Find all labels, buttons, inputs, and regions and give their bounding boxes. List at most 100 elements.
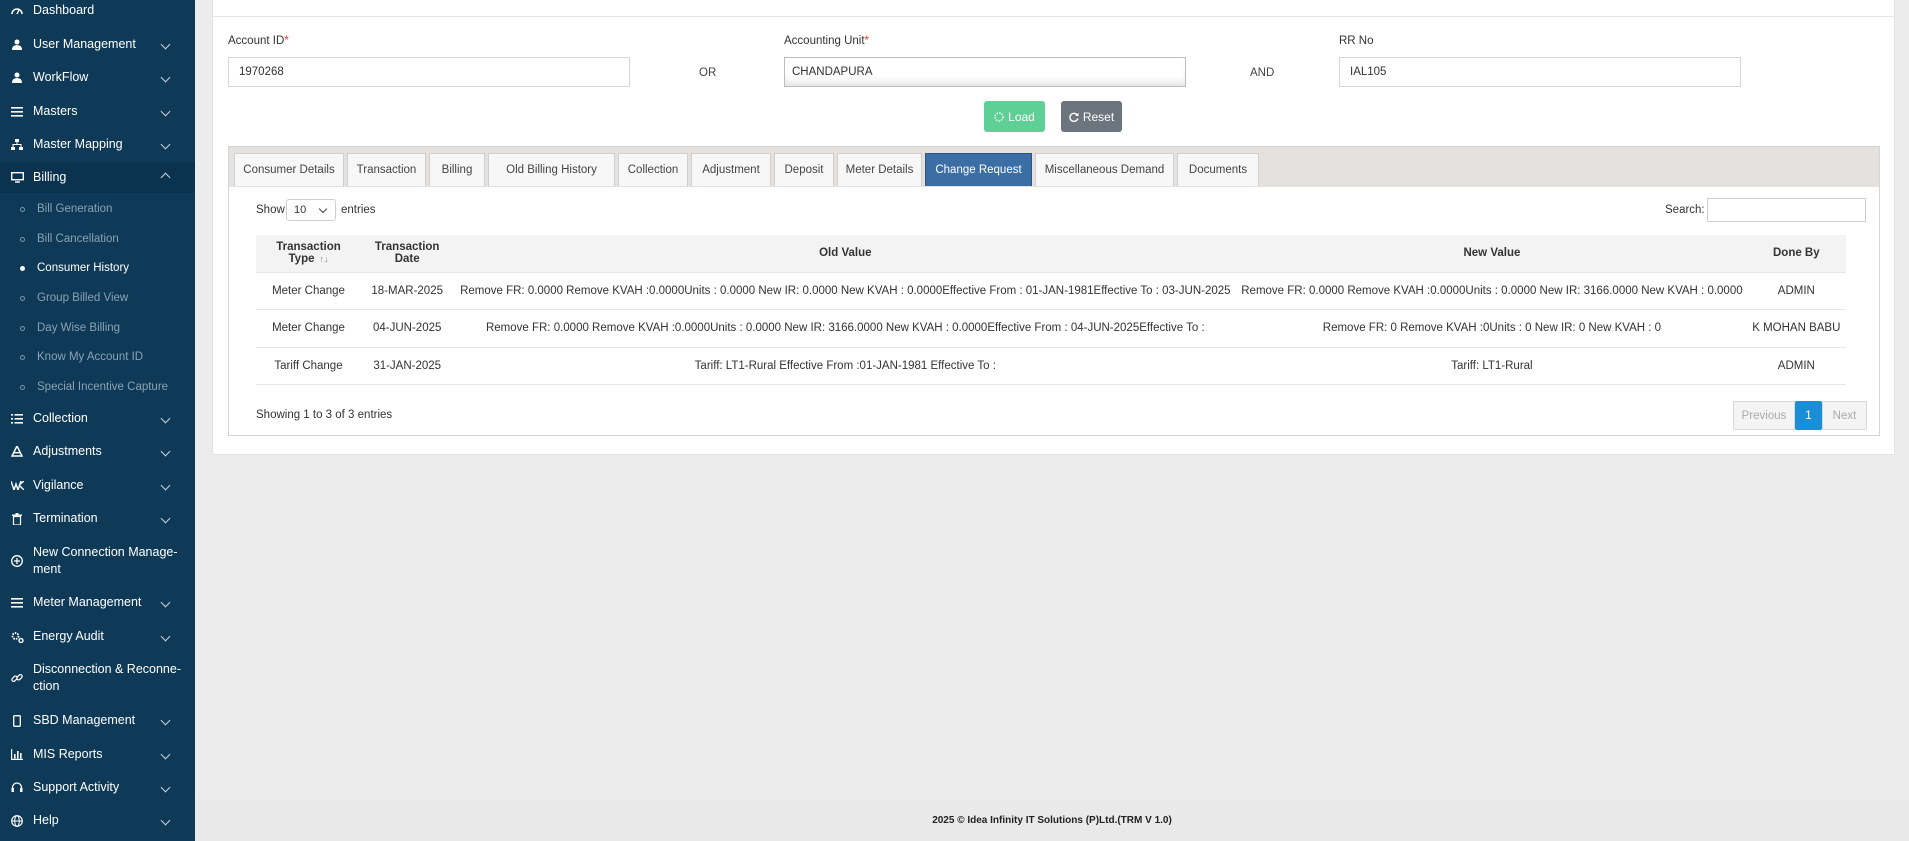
cell-transaction-type: Meter Change — [256, 309, 362, 347]
chevron-down-icon — [160, 480, 171, 491]
cell-done-by: ADMIN — [1746, 346, 1846, 385]
sidebar-item-masters[interactable]: Masters — [0, 103, 195, 120]
cell-old-value: Tariff: LT1-Rural Effective From :01-JAN… — [453, 346, 1238, 385]
bar-chart-icon — [10, 748, 24, 762]
table-header-row: Transaction Type ↑↓ Transaction Date Old … — [256, 235, 1846, 272]
chevron-down-icon — [160, 815, 171, 826]
sidebar-item-vigilance[interactable]: Vigilance — [0, 477, 195, 494]
circle-icon — [20, 236, 25, 242]
sidebar-item-disconnection-reconnection[interactable]: Disconnection & Reconne- ction — [0, 661, 195, 695]
rr-no-input[interactable]: IAL105 — [1339, 57, 1741, 87]
tab-container: Consumer Details Transaction Billing Old… — [228, 146, 1880, 436]
cell-transaction-type: Meter Change — [256, 271, 362, 310]
circle-icon — [20, 206, 25, 212]
reset-button[interactable]: Reset — [1061, 101, 1122, 132]
accounting-unit-label: Accounting Unit* — [784, 35, 870, 47]
sidebar-subitem-special-incentive-capture[interactable]: Special Incentive Capture — [0, 376, 195, 398]
table-info: Showing 1 to 3 of 3 entries — [256, 409, 393, 421]
chevron-down-icon — [160, 72, 171, 83]
rr-no-label: RR No — [1339, 35, 1374, 47]
tab-miscellaneous-demand[interactable]: Miscellaneous Demand — [1035, 153, 1174, 186]
circle-icon — [20, 354, 25, 360]
cell-new-value: Remove FR: 0 Remove KVAH :0Units : 0 New… — [1237, 309, 1747, 347]
footer: 2025 © Idea Infinity IT Solutions (P)Ltd… — [195, 799, 1909, 841]
sidebar-item-sbd-management[interactable]: SBD Management — [0, 712, 195, 729]
tab-old-billing-history[interactable]: Old Billing History — [488, 153, 615, 186]
account-id-input[interactable]: 1970268 — [228, 57, 630, 87]
gears-icon — [10, 630, 24, 644]
column-header-old-value[interactable]: Old Value — [453, 235, 1237, 272]
sidebar-subitem-group-billed-view[interactable]: Group Billed View — [0, 287, 195, 309]
search-input[interactable] — [1707, 198, 1866, 222]
tab-change-request[interactable]: Change Request — [925, 153, 1032, 186]
cell-transaction-date: 04-JUN-2025 — [361, 309, 454, 347]
sidebar-item-adjustments[interactable]: Adjustments — [0, 443, 195, 460]
tab-transaction[interactable]: Transaction — [347, 153, 426, 186]
sidebar-item-billing[interactable]: Billing — [0, 162, 195, 193]
change-request-table: Transaction Type ↑↓ Transaction Date Old … — [256, 235, 1846, 385]
sidebar-item-new-connection-management[interactable]: New Connection Manage- ment — [0, 544, 195, 578]
circle-icon — [20, 384, 25, 390]
tab-collection[interactable]: Collection — [618, 153, 688, 186]
page-1-button[interactable]: 1 — [1795, 401, 1822, 430]
chevron-down-icon — [160, 782, 171, 793]
chevron-down-icon — [160, 749, 171, 760]
entries-select[interactable]: 10 — [286, 199, 336, 221]
accounting-unit-input[interactable]: CHANDAPURA — [784, 57, 1186, 87]
sidebar-subitem-day-wise-billing[interactable]: Day Wise Billing — [0, 317, 195, 339]
tab-bar: Consumer Details Transaction Billing Old… — [229, 147, 1879, 187]
sidebar-item-mis-reports[interactable]: MIS Reports — [0, 746, 195, 763]
column-header-done-by[interactable]: Done By — [1747, 235, 1846, 272]
globe-icon — [10, 814, 24, 828]
chevron-down-icon — [160, 631, 171, 642]
sidebar-subitem-bill-cancellation[interactable]: Bill Cancellation — [0, 228, 195, 250]
sidebar-subitem-know-my-account-id[interactable]: Know My Account ID — [0, 346, 195, 368]
table-row: Meter Change 18-MAR-2025 Remove FR: 0.00… — [256, 271, 1846, 310]
tab-documents[interactable]: Documents — [1177, 153, 1259, 186]
tab-meter-details[interactable]: Meter Details — [837, 153, 922, 186]
main-content: Account ID* 1970268 OR Accounting Unit* … — [195, 0, 1909, 800]
sort-icon: ↑↓ — [319, 254, 329, 265]
chevron-down-icon — [160, 597, 171, 608]
column-header-transaction-type[interactable]: Transaction Type ↑↓ — [256, 235, 361, 272]
chevron-down-icon — [160, 106, 171, 117]
tab-adjustment[interactable]: Adjustment — [691, 153, 771, 186]
chevron-down-icon — [160, 139, 171, 150]
sidebar-item-collection[interactable]: Collection — [0, 410, 195, 427]
chevron-down-icon — [160, 513, 171, 524]
sidebar-item-meter-management[interactable]: Meter Management — [0, 594, 195, 611]
cell-done-by: K MOHAN BABU — [1746, 309, 1846, 347]
chevron-down-icon — [160, 413, 171, 424]
tab-deposit[interactable]: Deposit — [774, 153, 834, 186]
previous-page-button[interactable]: Previous — [1733, 401, 1795, 430]
sidebar-item-energy-audit[interactable]: Energy Audit — [0, 628, 195, 645]
mobile-icon — [10, 714, 24, 728]
desktop-icon — [10, 171, 24, 185]
sidebar-item-dashboard[interactable]: Dashboard — [0, 2, 195, 19]
sidebar-item-workflow[interactable]: WorkFlow — [0, 69, 195, 86]
cell-old-value: Remove FR: 0.0000 Remove KVAH :0.0000Uni… — [453, 271, 1238, 310]
load-button[interactable]: Load — [984, 101, 1045, 132]
plus-circle-icon — [10, 554, 24, 568]
spinner-icon — [994, 111, 1004, 122]
tab-consumer-details[interactable]: Consumer Details — [234, 153, 344, 186]
column-header-new-value[interactable]: New Value — [1237, 235, 1746, 272]
sidebar-subitem-consumer-history[interactable]: Consumer History — [0, 257, 195, 279]
sidebar-subitem-bill-generation[interactable]: Bill Generation — [0, 198, 195, 220]
sidebar-item-termination[interactable]: Termination — [0, 510, 195, 527]
sidebar-item-master-mapping[interactable]: Master Mapping — [0, 136, 195, 153]
chevron-down-icon — [160, 39, 171, 50]
circle-icon — [20, 295, 25, 301]
cell-done-by: ADMIN — [1746, 271, 1846, 310]
sidebar-item-help[interactable]: Help — [0, 812, 195, 829]
sidebar-item-user-management[interactable]: User Management — [0, 36, 195, 53]
user-icon — [10, 38, 24, 52]
entries-label: entries — [341, 204, 376, 216]
tab-billing[interactable]: Billing — [429, 153, 485, 186]
vk-icon — [10, 479, 24, 493]
account-id-label: Account ID* — [228, 35, 289, 47]
next-page-button[interactable]: Next — [1822, 401, 1867, 430]
cell-transaction-type: Tariff Change — [256, 346, 362, 385]
sidebar-item-support-activity[interactable]: Support Activity — [0, 779, 195, 796]
column-header-transaction-date[interactable]: Transaction Date — [361, 235, 453, 272]
